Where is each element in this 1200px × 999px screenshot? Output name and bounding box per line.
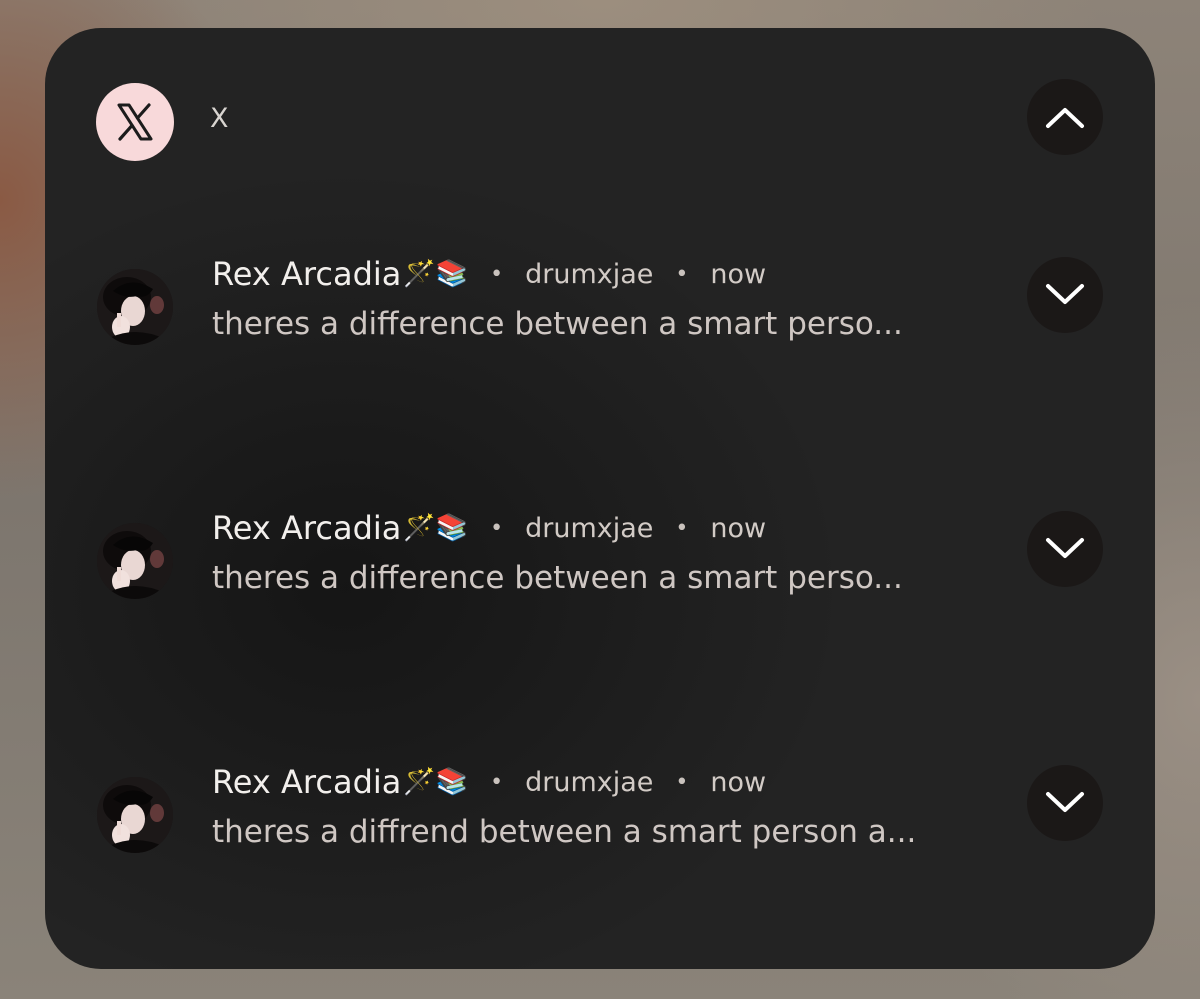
separator-dot: • — [490, 261, 504, 287]
notification-title-line: Rex Arcadia 🪄📚 • drumxjae • now — [212, 508, 766, 548]
expand-button[interactable] — [1027, 765, 1103, 841]
notification-text: theres a diffrend between a smart person… — [212, 814, 917, 850]
timestamp: now — [710, 766, 767, 798]
sender-emoji: 🪄📚 — [403, 767, 469, 797]
sender-name: Rex Arcadia — [212, 255, 402, 293]
sender-name: Rex Arcadia — [212, 763, 402, 801]
avatar — [97, 777, 173, 853]
notification-text: theres a difference between a smart pers… — [212, 306, 903, 342]
notification-item[interactable]: Rex Arcadia 🪄📚 • drumxjae • now theres a… — [45, 254, 1155, 374]
notification-title-line: Rex Arcadia 🪄📚 • drumxjae • now — [212, 762, 766, 802]
notification-item[interactable]: Rex Arcadia 🪄📚 • drumxjae • now theres a… — [45, 508, 1155, 628]
separator-dot: • — [675, 515, 689, 541]
chevron-down-icon — [1046, 538, 1084, 558]
chevron-down-icon — [1046, 792, 1084, 812]
chevron-up-icon — [1046, 108, 1084, 128]
separator-dot: • — [490, 769, 504, 795]
sender-emoji: 🪄📚 — [403, 259, 469, 289]
sender-emoji: 🪄📚 — [403, 513, 469, 543]
account-handle: drumxjae — [525, 766, 654, 798]
separator-dot: • — [675, 261, 689, 287]
chevron-down-icon — [1046, 284, 1084, 304]
app-name: X — [210, 103, 229, 134]
timestamp: now — [710, 258, 767, 290]
account-handle: drumxjae — [525, 258, 654, 290]
x-logo-icon — [96, 83, 174, 161]
notification-text: theres a difference between a smart pers… — [212, 560, 903, 596]
account-handle: drumxjae — [525, 512, 654, 544]
avatar — [97, 523, 173, 599]
notification-group-card: X Rex Arcadia 🪄📚 • drumxjae • now theres… — [45, 28, 1155, 969]
sender-name: Rex Arcadia — [212, 509, 402, 547]
separator-dot: • — [490, 515, 504, 541]
timestamp: now — [710, 512, 767, 544]
collapse-button[interactable] — [1027, 79, 1103, 155]
separator-dot: • — [675, 769, 689, 795]
avatar — [97, 269, 173, 345]
expand-button[interactable] — [1027, 257, 1103, 333]
expand-button[interactable] — [1027, 511, 1103, 587]
notification-title-line: Rex Arcadia 🪄📚 • drumxjae • now — [212, 254, 766, 294]
notification-item[interactable]: Rex Arcadia 🪄📚 • drumxjae • now theres a… — [45, 762, 1155, 882]
